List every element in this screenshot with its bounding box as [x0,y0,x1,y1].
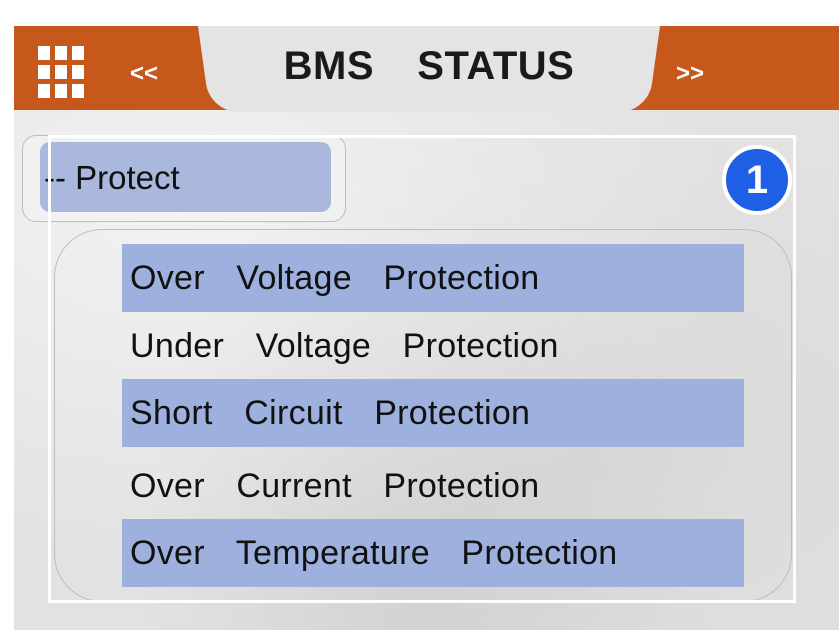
highlight-frame [48,135,796,603]
title-tab: BMS STATUS [197,26,661,112]
step-badge: 1 [722,145,792,215]
previous-page-button[interactable]: << [130,60,158,88]
grid-menu-icon[interactable] [38,46,84,106]
next-page-button[interactable]: >> [676,60,704,88]
bms-screen: << BMS STATUS >> -- Protect Over Voltage… [14,26,839,630]
page-title: BMS STATUS [283,44,575,88]
